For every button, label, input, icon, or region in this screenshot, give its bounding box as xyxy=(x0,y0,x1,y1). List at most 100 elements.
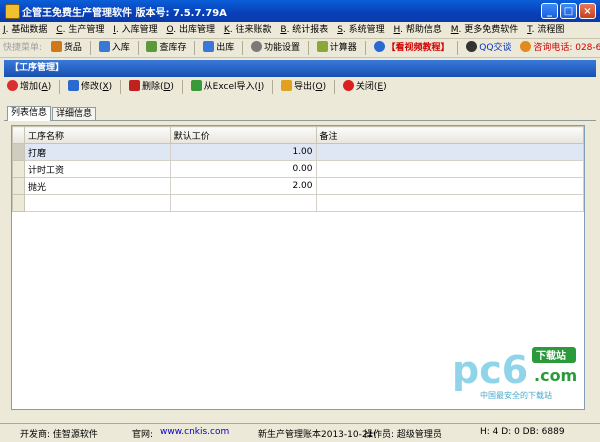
table-cell[interactable]: 0.00 xyxy=(169,160,317,178)
table-cell[interactable]: 2.00 xyxy=(169,177,317,195)
table-cell[interactable]: 抛光 xyxy=(23,177,171,195)
table-cell[interactable]: 1.00 xyxy=(169,143,317,161)
table-cell[interactable]: 打磨 xyxy=(23,143,171,161)
table-row[interactable] xyxy=(12,194,584,212)
column-header[interactable]: 工序名称 xyxy=(23,126,171,144)
settings-button[interactable]: 功能设置 xyxy=(248,40,303,56)
title-bar: 企管王免费生产管理软件 版本号: 7.5.7.79A _ □ × xyxy=(0,0,600,22)
watermark-domain: .com xyxy=(534,366,577,385)
export-icon xyxy=(280,80,292,91)
app-icon xyxy=(5,4,20,19)
table-cell[interactable] xyxy=(315,194,584,212)
menu-inbound[interactable]: I. 入库管理 xyxy=(110,22,160,38)
stock-icon xyxy=(146,41,158,52)
arrow-down-icon xyxy=(98,41,110,52)
pc6-watermark-logo: pc6 下载站 .com 中国最安全的下载站 xyxy=(452,347,577,400)
outbound-button[interactable]: 出库 xyxy=(200,40,237,56)
watermark-slogan: 中国最安全的下载站 xyxy=(480,390,552,400)
tab-list-info[interactable]: 列表信息 xyxy=(7,106,52,121)
quick-menu-label: 快捷菜单: xyxy=(3,43,43,53)
row-indicator xyxy=(12,143,25,161)
calculator-icon xyxy=(316,41,328,52)
separator xyxy=(194,41,196,55)
video-icon xyxy=(373,41,385,52)
separator xyxy=(89,41,91,55)
menu-flowchart[interactable]: T. 流程图 xyxy=(524,22,567,38)
table-cell[interactable]: 计时工资 xyxy=(23,160,171,178)
website-link[interactable]: www.cnkis.com xyxy=(160,427,229,437)
status-bar: 开发商: 佳智源软件 官网: www.cnkis.com 新生产管理账本2013… xyxy=(0,423,600,442)
arrow-up-icon xyxy=(203,41,215,52)
qq-icon xyxy=(466,41,478,52)
column-header[interactable]: 备注 xyxy=(315,126,584,144)
minimize-button[interactable]: _ xyxy=(541,3,558,19)
export-button[interactable]: 导出(O) xyxy=(278,79,329,95)
separator xyxy=(364,41,366,55)
table-cell[interactable] xyxy=(315,143,584,161)
goods-button[interactable]: 货品 xyxy=(48,40,85,56)
close-button[interactable]: × xyxy=(579,3,596,19)
separator xyxy=(272,80,274,94)
table-cell[interactable] xyxy=(315,160,584,178)
row-indicator xyxy=(12,160,25,178)
table-cell[interactable] xyxy=(169,194,317,212)
separator xyxy=(333,80,335,94)
delete-button[interactable]: 删除(D) xyxy=(126,79,177,95)
maximize-button[interactable]: □ xyxy=(560,3,577,19)
menu-accounts[interactable]: K. 往来账款 xyxy=(221,22,275,38)
qq-chat-button[interactable]: QQ交谈 xyxy=(463,40,514,56)
menu-production[interactable]: C. 生产管理 xyxy=(53,22,107,38)
separator xyxy=(120,80,122,94)
tab-detail-info[interactable]: 详细信息 xyxy=(52,107,97,120)
add-button[interactable]: 增加(A) xyxy=(4,79,54,95)
table-cell[interactable] xyxy=(23,194,171,212)
check-stock-button[interactable]: 查库存 xyxy=(143,40,189,56)
menu-bar: J. 基础数据 C. 生产管理 I. 入库管理 O. 出库管理 K. 往来账款 … xyxy=(0,22,600,39)
tab-strip: 列表信息 详细信息 xyxy=(4,106,596,121)
developer-text: 开发商: 佳智源软件 xyxy=(20,430,98,440)
edit-button[interactable]: 修改(X) xyxy=(65,79,115,95)
account-book-text: 新生产管理账本2013-10-21( xyxy=(258,430,377,440)
calculator-button[interactable]: 计算器 xyxy=(314,40,360,56)
table-row[interactable]: 抛光 2.00 xyxy=(12,177,584,195)
goods-icon xyxy=(50,41,62,52)
quick-toolbar: 快捷菜单: 货品 入库 查库存 出库 功能设置 计算器 【看视频教程】 QQ交谈… xyxy=(0,39,600,58)
watermark-badge: 下载站 xyxy=(536,349,566,362)
separator xyxy=(242,41,244,55)
table-cell[interactable] xyxy=(315,177,584,195)
row-indicator xyxy=(12,177,25,195)
menu-system[interactable]: S. 系统管理 xyxy=(334,22,387,38)
operator-text: 操作员: 超级管理员 xyxy=(364,430,442,440)
separator xyxy=(181,80,183,94)
row-indicator-header xyxy=(12,126,25,144)
separator xyxy=(457,41,459,55)
phone-icon xyxy=(520,41,532,52)
menu-help[interactable]: H. 帮助信息 xyxy=(391,22,445,38)
row-indicator xyxy=(12,194,25,212)
close-panel-button[interactable]: 关闭(E) xyxy=(340,79,390,95)
edit-icon xyxy=(67,80,79,91)
menu-reports[interactable]: B. 统计报表 xyxy=(277,22,331,38)
table-header-row: 工序名称 默认工价 备注 xyxy=(12,126,584,144)
menu-outbound[interactable]: O. 出库管理 xyxy=(163,22,217,38)
import-excel-button[interactable]: 从Excel导入(I) xyxy=(188,79,268,95)
separator xyxy=(137,41,139,55)
import-icon xyxy=(190,80,202,91)
video-tutorial-link[interactable]: 【看视频教程】 xyxy=(371,40,453,56)
watermark-brand: pc6 xyxy=(452,348,528,392)
inbound-button[interactable]: 入库 xyxy=(96,40,133,56)
window-title: 企管王免费生产管理软件 版本号: 7.5.7.79A xyxy=(22,8,227,19)
column-header[interactable]: 默认工价 xyxy=(169,126,317,144)
add-icon xyxy=(7,80,18,91)
table-row[interactable]: 计时工资 0.00 xyxy=(12,160,584,178)
gear-icon xyxy=(250,41,262,52)
separator xyxy=(307,41,309,55)
hotline-text: 咨询电话: 028-61101006 xyxy=(517,40,600,56)
menu-more-software[interactable]: M. 更多免费软件 xyxy=(448,22,522,38)
menu-basic-data[interactable]: J. 基础数据 xyxy=(0,22,50,38)
delete-icon xyxy=(128,80,140,91)
website-label: 官网: xyxy=(132,430,154,440)
table-row[interactable]: 打磨 1.00 xyxy=(12,143,584,161)
panel-title: 【工序管理】 xyxy=(4,60,596,77)
memory-text: H: 4 D: 0 DB: 6889 xyxy=(480,427,565,437)
